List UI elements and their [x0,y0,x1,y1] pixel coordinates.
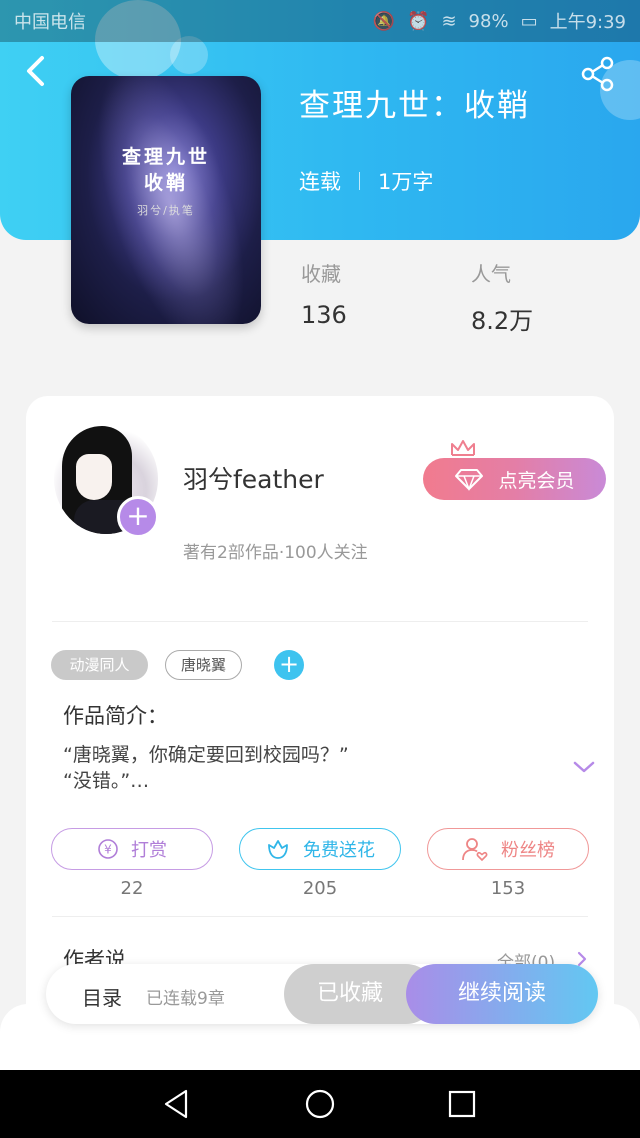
book-meta: 连载 1万字 [299,166,433,196]
share-icon[interactable] [580,56,616,92]
tag-category[interactable]: 动漫同人 [51,650,148,680]
alarm-icon: ⏰ [407,10,430,32]
word-count: 1万字 [378,170,434,194]
cover-title-line1: 查理九世 [121,146,210,168]
tip-count: 22 [120,878,144,899]
popularity-stat: 人气 8.2万 [471,258,533,336]
intro-line: “唐晓翼，你确定要回到校园吗？” [63,744,349,766]
intro-text: “唐晓翼，你确定要回到校园吗？” “没错。”… [63,742,349,794]
clock: 上午9:39 [549,12,626,33]
author-name[interactable]: 羽兮feather [183,460,324,496]
send-flower-label: 免费送花 [303,840,375,861]
user-heart-icon [462,838,488,862]
serial-status: 连载 [299,170,341,194]
favorites-label: 收藏 [301,262,341,286]
cover-galaxy [71,76,261,324]
fans-count: 153 [490,878,526,899]
favorites-stat: 收藏 136 [301,258,347,329]
vip-button[interactable]: 点亮会员 [423,458,606,500]
cover-title-line2: 收鞘 [143,172,188,194]
yen-coin-icon: ¥ [98,839,118,859]
battery-icon: ▭ [520,10,538,32]
add-tag-button[interactable]: + [274,650,304,680]
intro-heading: 作品简介： [63,704,168,728]
wifi-icon: ≋ [441,10,457,32]
author-summary: 著有2部作品·100人关注 [183,543,368,563]
vip-button-label: 点亮会员 [498,469,575,492]
flower-icon [268,840,288,859]
continue-reading-button[interactable]: 继续阅读 [406,964,598,1024]
diamond-icon [455,469,484,491]
table-of-contents-button[interactable]: 目录 [82,982,122,1011]
expand-chevron-icon[interactable] [572,758,596,776]
divider [52,916,588,917]
flower-count: 205 [302,878,338,899]
divider [52,621,588,622]
favorites-value: 136 [301,301,347,329]
nav-home-icon[interactable] [303,1087,337,1121]
nav-recents-icon[interactable] [445,1087,479,1121]
svg-text:¥: ¥ [104,843,112,857]
mute-icon: 🔕 [372,10,396,32]
book-title: 查理九世：收鞘 [299,88,530,124]
carrier-label: 中国电信 [14,12,86,33]
tip-button[interactable]: ¥ 打赏 [51,828,213,870]
avatar-face [76,454,112,500]
cover-title: 查理九世 收鞘 [71,144,261,196]
popularity-label: 人气 [471,262,511,286]
follow-author-button[interactable]: + [117,496,159,538]
tag-character[interactable]: 唐晓翼 [165,650,242,680]
book-cover: 查理九世 收鞘 羽兮/执笔 [71,76,261,324]
cover-subtitle: 羽兮/执笔 [137,204,195,217]
meta-divider [359,172,360,190]
battery-percent: 98% [468,10,509,32]
status-bar: 中国电信 🔕 ⏰ ≋ 98% ▭ 上午9:39 [0,0,640,42]
send-flower-button[interactable]: 免费送花 [239,828,401,870]
intro-line: “没错。”… [63,770,150,792]
back-icon[interactable] [20,54,54,88]
crown-icon [451,440,475,456]
nav-back-icon[interactable] [160,1087,194,1121]
tip-label: 打赏 [131,840,167,861]
fans-ranking-label: 粉丝榜 [501,840,555,861]
fans-ranking-button[interactable]: 粉丝榜 [427,828,589,870]
serial-chapter-info: 已连载9章 [146,989,225,1009]
popularity-value: 8.2万 [471,307,534,335]
